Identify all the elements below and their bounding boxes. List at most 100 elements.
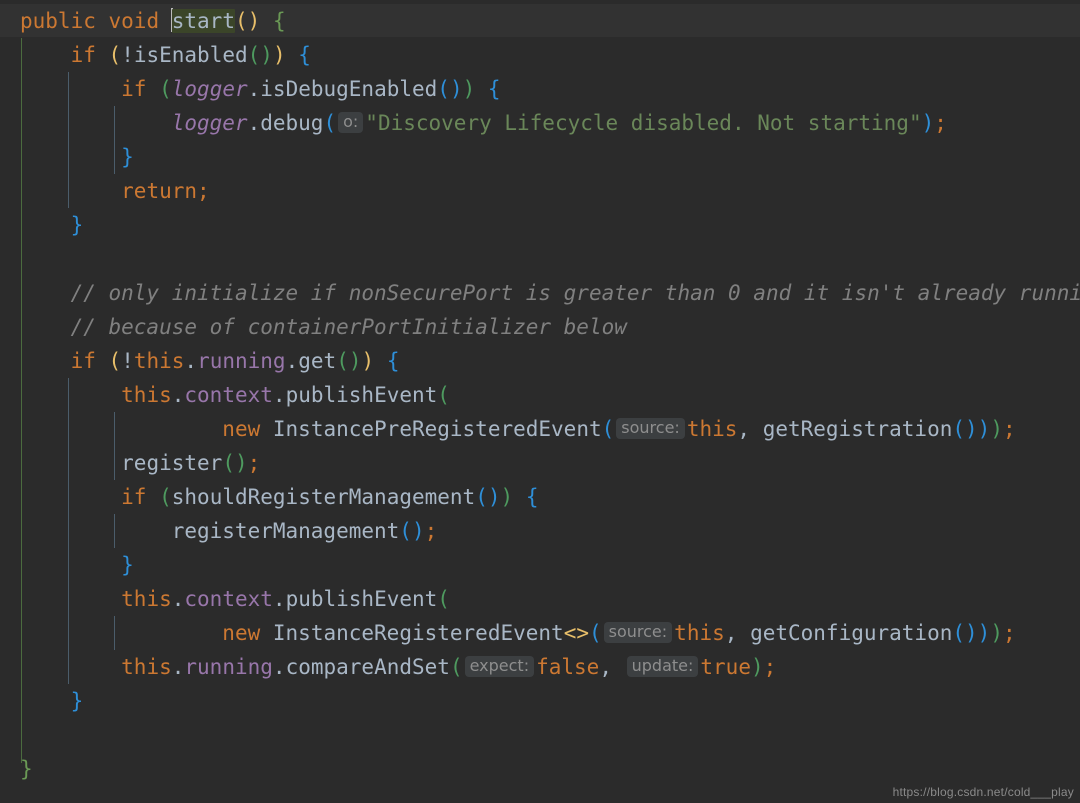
code-line-20[interactable]: this.running.compareAndSet(expect:false,… bbox=[0, 650, 1080, 684]
code-line-2[interactable]: if (!isEnabled()) { bbox=[0, 38, 1080, 72]
code-line-1[interactable]: public void start() { bbox=[0, 4, 1080, 38]
paren-close: ) bbox=[751, 655, 764, 679]
token-method-isdebugenabled: isDebugEnabled bbox=[260, 77, 437, 101]
code-line-3[interactable]: if (logger.isDebugEnabled()) { bbox=[0, 72, 1080, 106]
token-keyword-this: this bbox=[121, 655, 172, 679]
paren-close: ) bbox=[412, 519, 425, 543]
code-line-12[interactable]: this.context.publishEvent( bbox=[0, 378, 1080, 412]
code-line-14[interactable]: register(); bbox=[0, 446, 1080, 480]
code-line-6[interactable]: return; bbox=[0, 174, 1080, 208]
paren-open: ( bbox=[109, 43, 122, 67]
parameter-hint-update: update: bbox=[627, 656, 699, 677]
token-dot: . bbox=[184, 349, 197, 373]
token-dot: . bbox=[273, 383, 286, 407]
paren-close-outer: ) bbox=[990, 621, 1003, 645]
token-keyword-this: this bbox=[134, 349, 185, 373]
token-semicolon: ; bbox=[248, 451, 261, 475]
paren-open: ( bbox=[399, 519, 412, 543]
token-dot: . bbox=[273, 587, 286, 611]
code-line-17[interactable]: } bbox=[0, 548, 1080, 582]
token-semicolon: ; bbox=[197, 179, 210, 203]
paren-open: ( bbox=[159, 485, 172, 509]
token-comma: , bbox=[737, 417, 750, 441]
paren-close-inner: ) bbox=[260, 43, 273, 67]
paren-close-outer: ) bbox=[990, 417, 1003, 441]
token-dot: . bbox=[172, 655, 185, 679]
paren-close-inner: ) bbox=[488, 485, 501, 509]
token-method-registermanagement: registerManagement bbox=[172, 519, 400, 543]
token-semicolon: ; bbox=[425, 519, 438, 543]
token-dot: . bbox=[172, 587, 185, 611]
paren-open: ( bbox=[109, 349, 122, 373]
code-line-9[interactable]: // only initialize if nonSecurePort is g… bbox=[0, 276, 1080, 310]
token-comment-2: // because of containerPortInitializer b… bbox=[71, 315, 627, 339]
paren-open: ( bbox=[437, 587, 450, 611]
code-line-4[interactable]: logger.debug(o:"Discovery Lifecycle disa… bbox=[0, 106, 1080, 140]
token-keyword-this: this bbox=[121, 587, 172, 611]
code-line-21[interactable]: } bbox=[0, 684, 1080, 718]
token-type-instancepreregisteredevent: InstancePreRegisteredEvent bbox=[273, 417, 602, 441]
token-keyword-new: new bbox=[222, 621, 260, 645]
code-line-16[interactable]: registerManagement(); bbox=[0, 514, 1080, 548]
brace-open-outer: { bbox=[273, 9, 286, 33]
token-keyword-return: return bbox=[121, 179, 197, 203]
code-lines[interactable]: public void start() { if (!isEnabled()) … bbox=[0, 0, 1080, 803]
code-line-19[interactable]: new InstanceRegisteredEvent<>(source:thi… bbox=[0, 616, 1080, 650]
paren-close: ) bbox=[362, 349, 375, 373]
brace-open: { bbox=[526, 485, 539, 509]
watermark-url: https://blog.csdn.net/cold___play bbox=[893, 785, 1074, 799]
brace-open: { bbox=[488, 77, 501, 101]
paren-open-inner: ( bbox=[336, 349, 349, 373]
token-field-running: running bbox=[197, 349, 286, 373]
paren-open: ( bbox=[323, 111, 336, 135]
token-comma: , bbox=[599, 655, 612, 679]
token-keyword-this: this bbox=[121, 383, 172, 407]
paren-close: ) bbox=[235, 451, 248, 475]
token-field-context: context bbox=[184, 383, 273, 407]
paren-close-inner: ) bbox=[965, 417, 978, 441]
paren-open-inner: ( bbox=[475, 485, 488, 509]
code-line-10[interactable]: // because of containerPortInitializer b… bbox=[0, 310, 1080, 344]
code-line-8[interactable] bbox=[0, 242, 1080, 276]
code-editor[interactable]: public void start() { if (!isEnabled()) … bbox=[0, 0, 1080, 803]
token-keyword-public: public bbox=[20, 9, 96, 33]
token-keyword-false: false bbox=[536, 655, 599, 679]
token-keyword-if: if bbox=[71, 349, 96, 373]
parameter-hint-source: source: bbox=[604, 622, 673, 643]
token-dot: . bbox=[248, 111, 261, 135]
token-semicolon: ; bbox=[934, 111, 947, 135]
parameter-hint-expect: expect: bbox=[465, 656, 535, 677]
token-semicolon: ; bbox=[1003, 417, 1016, 441]
token-keyword-if: if bbox=[121, 77, 146, 101]
paren-open: ( bbox=[222, 451, 235, 475]
code-line-22[interactable] bbox=[0, 718, 1080, 752]
code-line-23[interactable]: } bbox=[0, 752, 1080, 786]
code-line-15[interactable]: if (shouldRegisterManagement()) { bbox=[0, 480, 1080, 514]
paren-open-inner: ( bbox=[952, 621, 965, 645]
token-method-compareandset: compareAndSet bbox=[286, 655, 450, 679]
token-dot: . bbox=[286, 349, 299, 373]
brace-close: } bbox=[121, 553, 134, 577]
token-method-publishevent: publishEvent bbox=[286, 383, 438, 407]
token-field-logger: logger bbox=[172, 77, 248, 101]
paren-open: ( bbox=[450, 655, 463, 679]
code-line-18[interactable]: this.context.publishEvent( bbox=[0, 582, 1080, 616]
brace-open: { bbox=[298, 43, 311, 67]
token-method-register: register bbox=[121, 451, 222, 475]
code-line-7[interactable]: } bbox=[0, 208, 1080, 242]
token-comma: , bbox=[725, 621, 738, 645]
token-keyword-true: true bbox=[700, 655, 751, 679]
paren-open: ( bbox=[589, 621, 602, 645]
code-line-13[interactable]: new InstancePreRegisteredEvent(source:th… bbox=[0, 412, 1080, 446]
paren-open-inner: ( bbox=[248, 43, 261, 67]
token-method-isenabled: isEnabled bbox=[134, 43, 248, 67]
brace-close-outer: } bbox=[20, 757, 33, 781]
token-method-publishevent: publishEvent bbox=[286, 587, 438, 611]
paren-close: ) bbox=[273, 43, 286, 67]
paren-open: ( bbox=[159, 77, 172, 101]
code-line-5[interactable]: } bbox=[0, 140, 1080, 174]
token-keyword-this: this bbox=[674, 621, 725, 645]
paren-close: ) bbox=[978, 621, 991, 645]
paren-close-inner: ) bbox=[349, 349, 362, 373]
code-line-11[interactable]: if (!this.running.get()) { bbox=[0, 344, 1080, 378]
